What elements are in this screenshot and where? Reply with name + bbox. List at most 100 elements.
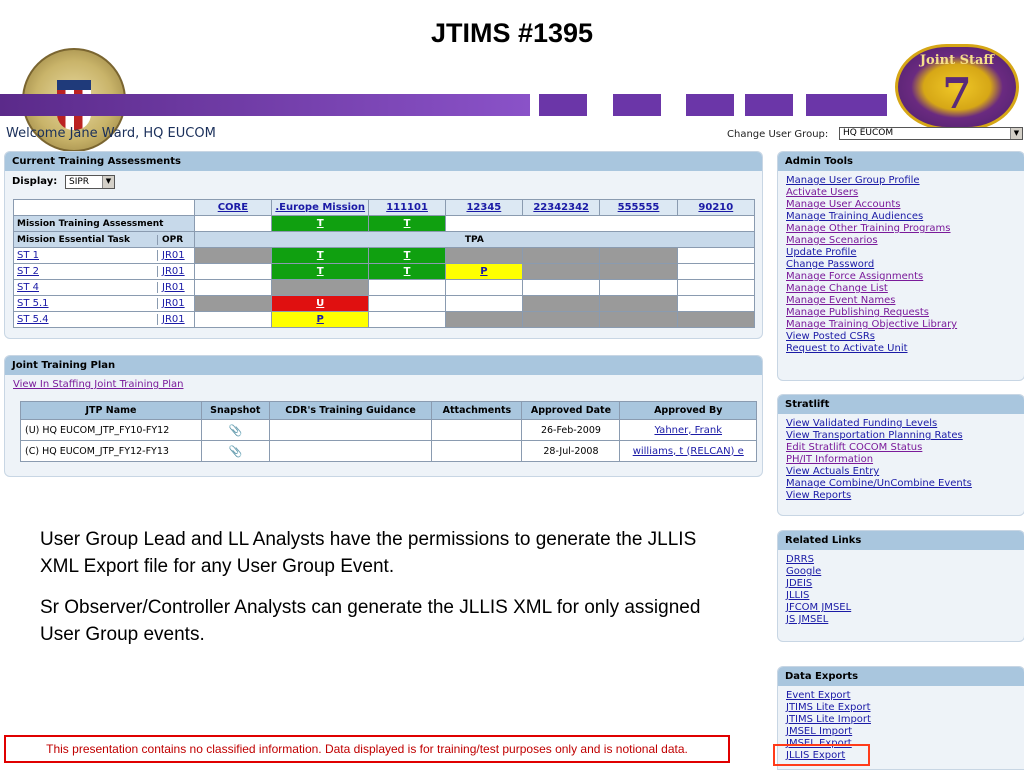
panel-title: Admin Tools: [778, 152, 1024, 171]
assessment-cell: [599, 295, 678, 312]
current-training-assessments-panel: Current Training Assessments Display: SI…: [4, 151, 763, 339]
assessment-cell[interactable]: T: [368, 263, 446, 280]
attachments-cell: [431, 440, 523, 462]
paperclip-icon[interactable]: 📎: [200, 419, 270, 441]
opr-link[interactable]: JR01: [162, 314, 185, 325]
approved-date: 26-Feb-2009: [521, 419, 621, 441]
column-europe-mission[interactable]: .Europe Mission: [275, 202, 365, 213]
assessment-link[interactable]: T: [404, 250, 411, 261]
assessment-link[interactable]: T: [317, 250, 324, 261]
admin-tools-link[interactable]: Request to Activate Unit: [786, 343, 908, 354]
task-link[interactable]: ST 4: [17, 282, 39, 293]
chevron-down-icon[interactable]: ▼: [1010, 128, 1022, 139]
opr-link[interactable]: JR01: [162, 266, 185, 277]
assessment-cell[interactable]: T: [271, 247, 370, 264]
data-exports-link[interactable]: Event Export: [786, 690, 851, 701]
admin-tools-link[interactable]: Manage Change List: [786, 283, 888, 294]
admin-tools-link[interactable]: Manage Publishing Requests: [786, 307, 929, 318]
assessment-cell[interactable]: P: [271, 311, 370, 328]
assessment-cell[interactable]: T: [368, 247, 446, 264]
joint-staff-seal-logo: Joint Staff 7: [895, 44, 1019, 130]
paperclip-icon[interactable]: 📎: [200, 440, 270, 462]
stratlift-link[interactable]: View Actuals Entry: [786, 466, 879, 477]
admin-tools-link[interactable]: Manage User Group Profile: [786, 175, 920, 186]
column-111101[interactable]: 111101: [386, 202, 428, 213]
attachments-cell: [431, 419, 523, 441]
admin-tools-link[interactable]: Manage Scenarios: [786, 235, 878, 246]
admin-tools-link[interactable]: View Posted CSRs: [786, 331, 875, 342]
assessment-cell: [522, 311, 601, 328]
admin-tools-link[interactable]: Manage Force Assignments: [786, 271, 923, 282]
assessment-cell[interactable]: P: [444, 263, 524, 280]
assessment-cell: [368, 279, 446, 296]
mta-cell-link[interactable]: T: [404, 218, 411, 229]
assessment-cell: [193, 247, 273, 264]
stratlift-link[interactable]: View Validated Funding Levels: [786, 418, 937, 429]
admin-tools-link[interactable]: Manage Other Training Programs: [786, 223, 951, 234]
assessment-link[interactable]: P: [317, 314, 324, 325]
change-user-group-select[interactable]: HQ EUCOM ▼: [839, 127, 1023, 140]
approved-by-link[interactable]: williams, t (RELCAN) e: [633, 446, 744, 457]
admin-tools-link[interactable]: Change Password: [786, 259, 874, 270]
assessment-cell[interactable]: U: [271, 295, 370, 312]
banner-block: [613, 94, 661, 116]
admin-tools-link[interactable]: Activate Users: [786, 187, 858, 198]
stratlift-link[interactable]: Manage Combine/UnCombine Events: [786, 478, 972, 489]
assessment-cell: [444, 279, 524, 296]
related-links-link[interactable]: Google: [786, 566, 821, 577]
stratlift-link[interactable]: View Reports: [786, 490, 851, 501]
met-label: Mission Essential Task: [14, 234, 158, 245]
view-staffing-jtp-link[interactable]: View In Staffing Joint Training Plan: [13, 379, 184, 390]
display-value: SIPR: [69, 177, 90, 187]
stratlift-link[interactable]: View Transportation Planning Rates: [786, 430, 963, 441]
admin-tools-panel: Admin Tools Manage User Group Profile Act…: [777, 151, 1024, 381]
panel-title: Related Links: [778, 531, 1024, 550]
welcome-message: Welcome Jane Ward, HQ EUCOM: [6, 126, 216, 141]
task-link[interactable]: ST 5.1: [17, 298, 49, 309]
seal-number: 7: [942, 69, 972, 118]
opr-link[interactable]: JR01: [162, 298, 185, 309]
assessment-cell: [522, 263, 601, 280]
column-12345[interactable]: 12345: [466, 202, 501, 213]
opr-link[interactable]: JR01: [162, 282, 185, 293]
assessment-cell: [676, 263, 756, 280]
approved-by-link[interactable]: Yahner, Frank: [654, 425, 722, 436]
stratlift-link[interactable]: PH/IT Information: [786, 454, 873, 465]
data-exports-link[interactable]: JTIMS Lite Export: [786, 702, 871, 713]
admin-tools-link[interactable]: Manage Training Audiences: [786, 211, 923, 222]
mta-cell-link[interactable]: T: [317, 218, 324, 229]
column-22342342[interactable]: 22342342: [533, 202, 589, 213]
slide-title: JTIMS #1395: [430, 18, 594, 48]
related-links-link[interactable]: DRRS: [786, 554, 814, 565]
col-snapshot: Snapshot: [200, 401, 270, 420]
met-cell: ST 1 JR01: [13, 247, 195, 264]
table-row: (C) HQ EUCOM_JTP_FY12-FY13 📎 28-Jul-2008…: [20, 440, 757, 462]
assessment-cell: [271, 279, 370, 296]
task-link[interactable]: ST 5.4: [17, 314, 49, 325]
related-links-link[interactable]: JLLIS: [786, 590, 809, 601]
column-555555[interactable]: 555555: [618, 202, 660, 213]
task-link[interactable]: ST 1: [17, 250, 39, 261]
column-core[interactable]: CORE: [218, 202, 248, 213]
opr-link[interactable]: JR01: [162, 250, 185, 261]
admin-tools-link[interactable]: Manage User Accounts: [786, 199, 900, 210]
data-exports-link[interactable]: JTIMS Lite Import: [786, 714, 871, 725]
column-90210[interactable]: 90210: [698, 202, 733, 213]
admin-tools-link[interactable]: Update Profile: [786, 247, 857, 258]
assessment-link[interactable]: T: [404, 266, 411, 277]
admin-tools-link[interactable]: Manage Training Objective Library: [786, 319, 957, 330]
assessment-link[interactable]: T: [317, 266, 324, 277]
assessment-cell[interactable]: T: [271, 263, 370, 280]
header-banner: [0, 94, 1024, 118]
chevron-down-icon[interactable]: ▼: [102, 176, 114, 188]
data-exports-link[interactable]: JMSEL Import: [786, 726, 852, 737]
display-select[interactable]: SIPR ▼: [65, 175, 115, 189]
task-link[interactable]: ST 2: [17, 266, 39, 277]
assessment-link[interactable]: U: [316, 298, 324, 309]
related-links-link[interactable]: JDEIS: [786, 578, 812, 589]
related-links-link[interactable]: JS JMSEL: [786, 614, 828, 625]
assessment-link[interactable]: P: [480, 266, 487, 277]
related-links-link[interactable]: JFCOM JMSEL: [786, 602, 851, 613]
admin-tools-link[interactable]: Manage Event Names: [786, 295, 895, 306]
stratlift-link[interactable]: Edit Stratlift COCOM Status: [786, 442, 922, 453]
